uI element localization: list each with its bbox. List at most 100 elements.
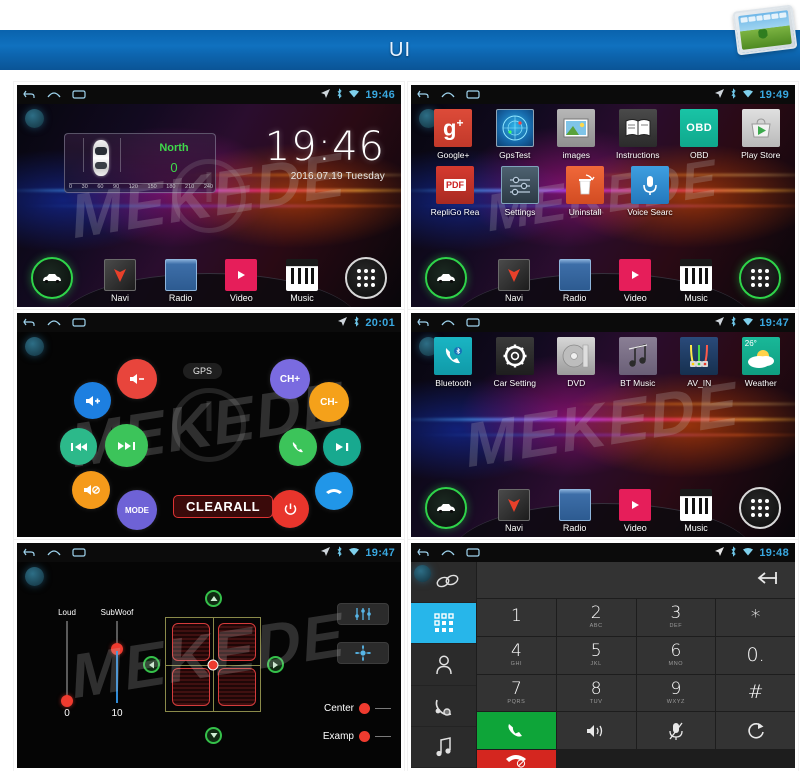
app-google-plus[interactable]: g+ Google+ bbox=[429, 109, 478, 160]
channel-down-button[interactable]: CH- bbox=[309, 382, 349, 422]
up-arrow-icon[interactable] bbox=[205, 590, 222, 607]
examp-toggle-row[interactable]: Examp bbox=[323, 731, 391, 742]
dock-item-radio[interactable]: Radio bbox=[550, 259, 600, 303]
subwoof-slider[interactable]: SubWoof 10 bbox=[91, 608, 143, 719]
recents-icon[interactable] bbox=[72, 89, 87, 100]
key-1[interactable]: 1 bbox=[477, 599, 556, 636]
hangup-call-button[interactable] bbox=[315, 472, 353, 510]
dock-item-navi[interactable]: Navi bbox=[95, 259, 145, 303]
fader-position-handle[interactable] bbox=[207, 659, 219, 670]
sidebar-item-call-history[interactable] bbox=[411, 686, 476, 727]
mute-button[interactable] bbox=[72, 471, 110, 509]
home-icon[interactable] bbox=[47, 89, 61, 100]
sidebar-item-bt-music[interactable] bbox=[411, 727, 476, 768]
fader-balance-pad[interactable] bbox=[165, 617, 261, 712]
dock-item-music[interactable]: Music bbox=[671, 259, 721, 303]
app-bt-music[interactable]: BT Music bbox=[614, 337, 663, 388]
backspace-icon[interactable] bbox=[757, 571, 779, 590]
back-icon[interactable] bbox=[23, 89, 36, 100]
play-pause-button[interactable] bbox=[323, 428, 361, 466]
back-icon[interactable] bbox=[417, 547, 430, 558]
app-uninstall[interactable]: Uninstall bbox=[559, 166, 611, 217]
dock-item-video[interactable]: Video bbox=[610, 489, 660, 533]
key-8[interactable]: 8 TUV bbox=[556, 674, 636, 712]
sidebar-item-pair[interactable] bbox=[411, 562, 476, 604]
recents-icon[interactable] bbox=[466, 317, 481, 328]
app-play-store[interactable]: Play Store bbox=[737, 109, 786, 160]
key-7[interactable]: 7 PQRS bbox=[477, 674, 556, 712]
transfer-call-button[interactable] bbox=[716, 712, 795, 749]
call-button[interactable] bbox=[477, 712, 556, 749]
key-0[interactable]: 0. bbox=[716, 636, 795, 674]
key-6[interactable]: 6 MNO bbox=[636, 636, 716, 674]
dock-item-video[interactable]: Video bbox=[610, 259, 660, 303]
slider-knob[interactable] bbox=[61, 695, 73, 707]
app-drawer-button[interactable] bbox=[739, 487, 781, 529]
sidebar-item-keypad[interactable] bbox=[411, 603, 476, 645]
recents-icon[interactable] bbox=[72, 547, 87, 558]
toggle-knob[interactable] bbox=[359, 731, 370, 742]
slider-track[interactable] bbox=[111, 621, 123, 703]
key-2[interactable]: 2 ABC bbox=[556, 599, 636, 636]
home-icon[interactable] bbox=[441, 547, 455, 558]
recents-icon[interactable] bbox=[72, 317, 87, 328]
volume-down-button[interactable] bbox=[117, 359, 157, 399]
home-icon[interactable] bbox=[47, 317, 61, 328]
speaker-button[interactable] bbox=[556, 712, 636, 749]
app-obd[interactable]: OBD OBD bbox=[675, 109, 724, 160]
recents-icon[interactable] bbox=[466, 547, 481, 558]
center-toggle-row[interactable]: Center bbox=[324, 703, 391, 714]
app-bluetooth[interactable]: Bluetooth bbox=[429, 337, 478, 388]
dock-item-navi[interactable]: Navi bbox=[489, 489, 539, 533]
car-mode-button[interactable] bbox=[31, 257, 73, 299]
dock-item-radio[interactable]: Radio bbox=[550, 489, 600, 533]
loud-slider[interactable]: Loud 0 bbox=[45, 608, 89, 719]
clear-all-button[interactable]: CLEARALL bbox=[173, 495, 274, 518]
app-drawer-button[interactable] bbox=[739, 257, 781, 299]
key-4[interactable]: 4 GHI bbox=[477, 636, 556, 674]
recents-icon[interactable] bbox=[466, 89, 481, 100]
app-drawer-button[interactable] bbox=[345, 257, 387, 299]
app-instructions[interactable]: Instructions bbox=[614, 109, 663, 160]
back-icon[interactable] bbox=[417, 317, 430, 328]
mode-button[interactable]: MODE bbox=[117, 490, 157, 530]
back-icon[interactable] bbox=[417, 89, 430, 100]
app-voice-search[interactable]: Voice Searc bbox=[624, 166, 676, 217]
dock-item-music[interactable]: Music bbox=[671, 489, 721, 533]
answer-call-button[interactable] bbox=[279, 428, 317, 466]
app-car-setting[interactable]: Car Setting bbox=[491, 337, 540, 388]
channel-up-button[interactable]: CH+ bbox=[270, 359, 310, 399]
key-9[interactable]: 9 WXYZ bbox=[636, 674, 716, 712]
home-icon[interactable] bbox=[441, 89, 455, 100]
sidebar-item-contacts[interactable] bbox=[411, 644, 476, 686]
toggle-knob[interactable] bbox=[359, 703, 370, 714]
key-3[interactable]: 3 DEF bbox=[636, 599, 716, 636]
end-call-button[interactable] bbox=[477, 750, 556, 768]
clock-widget[interactable]: 19:46 2016.07.19 Tuesday bbox=[265, 127, 385, 182]
key-hash[interactable]: # bbox=[716, 674, 795, 712]
app-images[interactable]: images bbox=[552, 109, 601, 160]
app-av-in[interactable]: AV_IN bbox=[675, 337, 724, 388]
dock-item-video[interactable]: Video bbox=[216, 259, 266, 303]
dialer-number-display[interactable] bbox=[477, 562, 795, 599]
dock-item-music[interactable]: Music bbox=[277, 259, 327, 303]
home-icon[interactable] bbox=[47, 547, 61, 558]
equalizer-button[interactable] bbox=[337, 603, 389, 625]
key-star[interactable]: * bbox=[716, 599, 795, 636]
app-settings[interactable]: Settings bbox=[494, 166, 546, 217]
car-mode-button[interactable] bbox=[425, 257, 467, 299]
app-gps-test[interactable]: GpsTest bbox=[491, 109, 540, 160]
down-arrow-icon[interactable] bbox=[205, 727, 222, 744]
car-mode-button[interactable] bbox=[425, 487, 467, 529]
back-icon[interactable] bbox=[23, 317, 36, 328]
app-weather[interactable]: 26° Weather bbox=[737, 337, 786, 388]
back-icon[interactable] bbox=[23, 547, 36, 558]
volume-up-button[interactable] bbox=[74, 382, 111, 419]
dock-item-radio[interactable]: Radio bbox=[156, 259, 206, 303]
right-arrow-icon[interactable] bbox=[267, 656, 284, 673]
slider-track[interactable] bbox=[61, 621, 73, 707]
app-dvd[interactable]: DVD bbox=[552, 337, 601, 388]
next-track-button[interactable] bbox=[105, 424, 148, 467]
home-icon[interactable] bbox=[441, 317, 455, 328]
fader-reset-button[interactable] bbox=[337, 642, 389, 664]
